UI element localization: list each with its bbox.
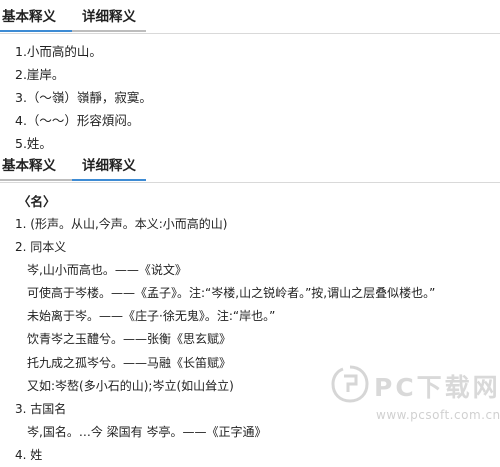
definition-item: 4.（～～）形容煩闷。 — [15, 113, 140, 128]
citation-line: 岑,山小而高也。——《说文》 — [27, 263, 187, 278]
citation-line: 又如:岑嶅(多小石的山);岑立(如山耸立) — [27, 378, 234, 393]
definition-item: 5.姓。 — [15, 136, 52, 151]
tab-bar-detail: 基本释义 详细释义 — [0, 155, 500, 183]
citation-line: 未始离于岑。——《庄子·徐无鬼》。注:“岸也。” — [27, 309, 276, 324]
tab-bar-top: 基本释义 详细释义 — [0, 6, 500, 34]
detailed-definition-list: 〈名〉 1. (形声。从山,今声。本义:小而高的山) 2. 同本义岑,山小而高也。… — [0, 190, 480, 467]
tab-basic-definition[interactable]: 基本释义 — [0, 155, 76, 181]
sense-item: 3. 古国名 — [15, 401, 67, 416]
tab-basic-definition[interactable]: 基本释义 — [0, 6, 76, 32]
sense-item: 1. (形声。从山,今声。本义:小而高的山) — [15, 217, 228, 231]
definition-item: 2.崖岸。 — [15, 67, 65, 82]
part-of-speech-heading: 〈名〉 — [18, 194, 56, 209]
definition-item: 1.小而高的山。 — [15, 44, 102, 59]
definition-item: 3.（～嶺）嶺靜，寂寞。 — [15, 90, 152, 105]
basic-definition-list: 1.小而高的山。 2.崖岸。 3.（～嶺）嶺靜，寂寞。 4.（～～）形容煩闷。 5.姓。 — [15, 40, 485, 155]
citation-line: 托九成之孤岑兮。——马融《长笛赋》 — [27, 355, 232, 370]
sense-item: 2. 同本义 — [15, 240, 67, 255]
citation-line: 饮青岑之玉醴兮。——张衡《思玄赋》 — [27, 332, 232, 347]
tab-detailed-definition[interactable]: 详细释义 — [72, 155, 146, 181]
tab-detailed-definition[interactable]: 详细释义 — [72, 6, 146, 32]
citation-line: 岑,国名。…今 梁国有 岑亭。——《正字通》 — [27, 424, 267, 439]
citation-line: 可使高于岑楼。——《孟子》。注:“岑楼,山之锐岭者。”按,谓山之层叠似楼也。” — [27, 286, 436, 301]
sense-item: 4. 姓 — [15, 447, 43, 462]
